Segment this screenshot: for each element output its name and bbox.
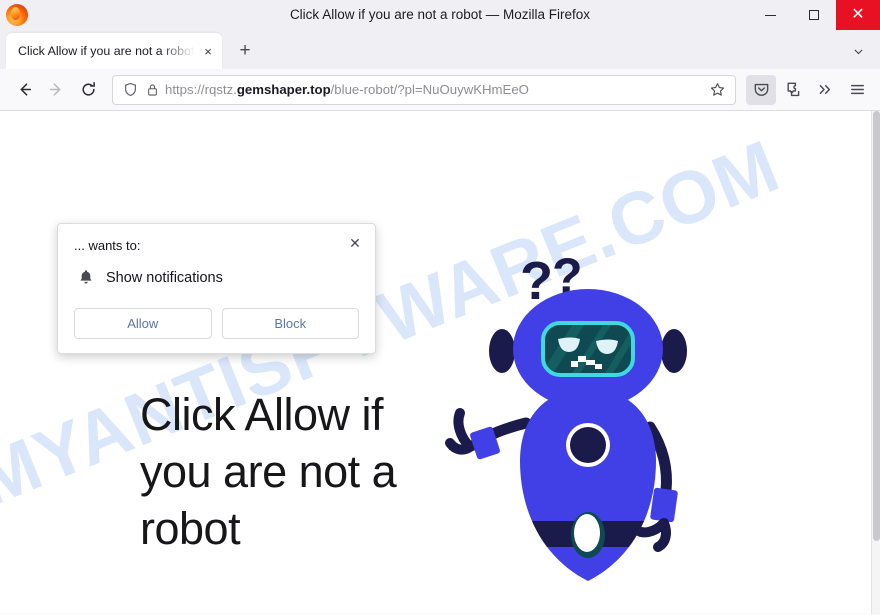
- url-prefix: https://rqstz.: [165, 82, 237, 97]
- robot-left-ear: [489, 329, 515, 373]
- maximize-icon: [809, 10, 819, 20]
- url-bar[interactable]: https://rqstz.gemshaper.top/blue-robot/?…: [112, 74, 736, 105]
- notification-permission-popup: ✕ ... wants to: Show notifications Allow…: [57, 223, 376, 354]
- minimize-icon: [764, 14, 776, 16]
- firefox-browser-window: Click Allow if you are not a robot — Moz…: [0, 0, 880, 615]
- popup-origin-text: ... wants to:: [74, 238, 141, 253]
- scrollbar-thumb[interactable]: [873, 111, 880, 541]
- popup-request-label: Show notifications: [106, 269, 223, 286]
- forward-button[interactable]: [40, 74, 72, 106]
- list-all-tabs-chevron-down-icon[interactable]: [846, 39, 870, 63]
- close-window-button[interactable]: ✕: [836, 0, 880, 30]
- page-headline: Click Allow if you are not a robot: [140, 389, 397, 554]
- page-scrollbar[interactable]: [871, 111, 880, 614]
- title-bar: Click Allow if you are not a robot — Moz…: [0, 0, 880, 30]
- bookmark-star-icon[interactable]: [705, 78, 729, 102]
- robot-left-arm: [445, 408, 532, 460]
- page-content: MYANTISPYWARE.COM Click Allow if you are…: [0, 111, 880, 614]
- popup-close-icon[interactable]: ✕: [343, 231, 367, 255]
- lock-icon[interactable]: [146, 83, 159, 97]
- robot-svg: ? ?: [445, 248, 687, 581]
- block-button[interactable]: Block: [221, 308, 359, 339]
- popup-request-row: Show notifications: [74, 269, 359, 286]
- url-host: gemshaper.top: [236, 82, 331, 97]
- reload-button[interactable]: [72, 74, 104, 106]
- close-icon: ✕: [851, 6, 865, 23]
- robot-right-ear: [661, 329, 687, 373]
- minimize-button[interactable]: [748, 0, 792, 30]
- bell-icon: [78, 269, 94, 286]
- robot-chest-badge: [566, 423, 610, 467]
- new-tab-button[interactable]: +: [230, 36, 260, 66]
- url-path: /blue-robot/?pl=NuOuywKHmEeO: [330, 82, 529, 97]
- window-controls: ✕: [748, 0, 880, 30]
- robot-illustration: ? ?: [440, 248, 770, 614]
- maximize-button[interactable]: [792, 0, 836, 30]
- shield-icon[interactable]: [123, 82, 138, 97]
- app-menu-button[interactable]: [842, 75, 872, 105]
- tab-strip: Click Allow if you are not a robot × +: [0, 30, 880, 69]
- allow-button[interactable]: Allow: [74, 308, 212, 339]
- robot-belt-buckle: [571, 512, 605, 558]
- navigation-toolbar: https://rqstz.gemshaper.top/blue-robot/?…: [0, 69, 880, 111]
- tab-close-icon[interactable]: ×: [198, 41, 218, 61]
- back-button[interactable]: [8, 74, 40, 106]
- popup-actions: Allow Block: [74, 308, 359, 339]
- pocket-button[interactable]: [746, 74, 776, 105]
- firefox-logo-icon: [6, 4, 28, 26]
- extensions-button[interactable]: [778, 75, 808, 105]
- browser-tab[interactable]: Click Allow if you are not a robot ×: [6, 33, 222, 69]
- url-text[interactable]: https://rqstz.gemshaper.top/blue-robot/?…: [165, 82, 705, 97]
- overflow-chevrons-icon[interactable]: [810, 75, 840, 105]
- tab-title: Click Allow if you are not a robot: [18, 44, 195, 58]
